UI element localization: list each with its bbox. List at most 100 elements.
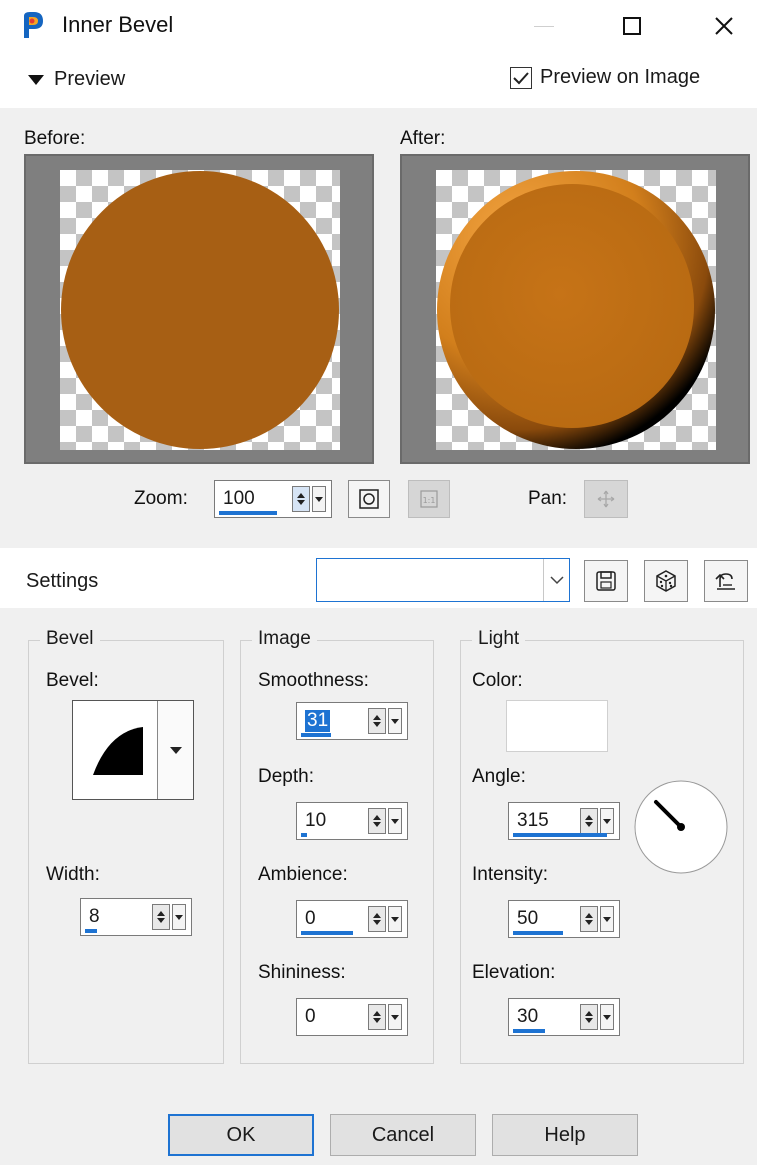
ambience-spinner[interactable]: [368, 904, 404, 934]
smoothness-field[interactable]: 31: [296, 702, 408, 740]
zoom-value: 100: [223, 488, 255, 509]
depth-label: Depth:: [258, 766, 314, 787]
down-arrow-icon: [585, 1018, 593, 1023]
depth-spinner[interactable]: [368, 806, 404, 836]
checkbox-box[interactable]: [510, 66, 532, 89]
spin-updown[interactable]: [580, 1004, 598, 1030]
preview-area: Before: After: Zoom: 100 1:1 Pan:: [0, 108, 757, 548]
preview-toggle[interactable]: Preview: [28, 68, 125, 91]
preview-on-image-checkbox[interactable]: Preview on Image: [510, 66, 700, 89]
zoom-field[interactable]: 100: [214, 480, 332, 518]
spin-dropdown[interactable]: [388, 708, 402, 734]
zoom-spinner[interactable]: [292, 484, 328, 514]
zoom-fit-button[interactable]: [348, 480, 390, 518]
spin-dropdown[interactable]: [388, 808, 402, 834]
depth-value: 10: [305, 810, 327, 831]
depth-field[interactable]: 10: [296, 802, 408, 840]
zoom-actual-size-button[interactable]: 1:1: [408, 480, 450, 518]
up-arrow-icon: [373, 1011, 381, 1016]
bevel-dropdown-button[interactable]: [157, 701, 193, 799]
paintshop-app-icon: [18, 10, 46, 40]
minimize-button[interactable]: [520, 6, 568, 46]
elevation-label: Elevation:: [472, 962, 556, 983]
spin-updown[interactable]: [368, 1004, 386, 1030]
elevation-field[interactable]: 30: [508, 998, 620, 1036]
intensity-spinner[interactable]: [580, 904, 616, 934]
image-group-title: Image: [252, 628, 317, 650]
angle-dial[interactable]: [632, 778, 730, 876]
angle-label: Angle:: [472, 766, 526, 787]
before-preview[interactable]: [24, 154, 374, 464]
close-button[interactable]: [700, 6, 748, 46]
width-label: Width:: [46, 864, 100, 885]
preset-dropdown-arrow[interactable]: [543, 559, 569, 601]
spin-dropdown[interactable]: [600, 1004, 614, 1030]
after-circle: [437, 171, 715, 449]
light-color-swatch[interactable]: [506, 700, 608, 752]
smoothness-level-bar: [301, 733, 331, 737]
spin-updown[interactable]: [368, 708, 386, 734]
spin-dropdown[interactable]: [600, 906, 614, 932]
elevation-value: 30: [517, 1006, 539, 1027]
bevel-shape-picker[interactable]: [72, 700, 194, 800]
chevron-down-icon: [549, 576, 564, 585]
smoothness-label: Smoothness:: [258, 670, 369, 691]
width-level-bar: [85, 929, 97, 933]
spin-dropdown[interactable]: [312, 486, 326, 512]
zoom-label: Zoom:: [134, 488, 188, 509]
after-preview[interactable]: [400, 154, 750, 464]
width-field[interactable]: 8: [80, 898, 192, 936]
spin-updown[interactable]: [580, 906, 598, 932]
shininess-field[interactable]: 0: [296, 998, 408, 1036]
ok-button[interactable]: OK: [168, 1114, 314, 1156]
reset-defaults-button[interactable]: [704, 560, 748, 602]
elevation-spinner[interactable]: [580, 1002, 616, 1032]
elevation-value-wrap: 30: [509, 999, 580, 1035]
angle-spinner[interactable]: [580, 806, 616, 836]
help-button[interactable]: Help: [492, 1114, 638, 1156]
up-arrow-icon: [157, 911, 165, 916]
intensity-field[interactable]: 50: [508, 900, 620, 938]
maximize-button[interactable]: [608, 6, 656, 46]
shininess-spinner[interactable]: [368, 1002, 404, 1032]
ambience-value: 0: [305, 908, 316, 929]
up-arrow-icon: [373, 913, 381, 918]
spin-dropdown[interactable]: [388, 906, 402, 932]
bevel-shape-icon: [93, 727, 143, 775]
settings-label: Settings: [26, 570, 99, 592]
spin-updown[interactable]: [368, 906, 386, 932]
spin-updown[interactable]: [292, 486, 310, 512]
spin-updown[interactable]: [368, 808, 386, 834]
light-group-title: Light: [472, 628, 526, 650]
zoom-value-wrap: 100: [215, 481, 292, 517]
smoothness-spinner[interactable]: [368, 706, 404, 736]
dropdown-arrow-icon: [603, 1014, 611, 1020]
collapse-triangle-icon: [28, 74, 44, 85]
randomize-button[interactable]: [644, 560, 688, 602]
spin-updown[interactable]: [580, 808, 598, 834]
actual-size-icon: 1:1: [420, 490, 438, 508]
cancel-button[interactable]: Cancel: [330, 1114, 476, 1156]
spin-dropdown[interactable]: [388, 1004, 402, 1030]
pan-button[interactable]: [584, 480, 628, 518]
angle-field[interactable]: 315: [508, 802, 620, 840]
down-arrow-icon: [585, 920, 593, 925]
settings-preset-combo[interactable]: [316, 558, 570, 602]
intensity-label: Intensity:: [472, 864, 549, 885]
spin-updown[interactable]: [152, 904, 170, 930]
dropdown-arrow-icon: [603, 916, 611, 922]
up-arrow-icon: [297, 493, 305, 498]
spin-dropdown[interactable]: [600, 808, 614, 834]
width-spinner[interactable]: [152, 902, 188, 932]
ambience-level-bar: [301, 931, 353, 935]
intensity-level-bar: [513, 931, 563, 935]
intensity-value: 50: [517, 908, 539, 929]
save-preset-button[interactable]: [584, 560, 628, 602]
ambience-field[interactable]: 0: [296, 900, 408, 938]
spin-dropdown[interactable]: [172, 904, 186, 930]
reset-icon: [715, 573, 735, 590]
save-icon: [596, 571, 616, 591]
up-arrow-icon: [585, 815, 593, 820]
pan-icon: [597, 490, 615, 508]
after-label: After:: [400, 128, 446, 149]
